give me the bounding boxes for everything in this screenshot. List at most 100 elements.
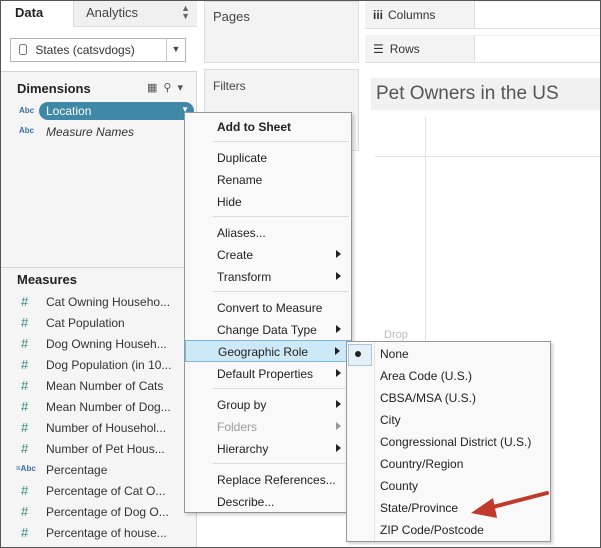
measure-field[interactable]: # Dog Owning Househ... <box>1 334 183 355</box>
database-icon <box>19 44 27 55</box>
geo-role-zip-code[interactable]: ZIP Code/Postcode <box>347 519 550 541</box>
submenu-item-label: None <box>380 347 409 361</box>
measure-field[interactable]: # Number of Pet Hous... <box>1 439 183 460</box>
dimensions-header: Dimensions ▦⚲▾ <box>1 75 197 101</box>
data-pane: Data Analytics ▲ ▼ States (catsvdogs) ▼ D… <box>1 1 197 547</box>
menu-item-label: Default Properties <box>217 367 314 381</box>
submenu-item-label: City <box>380 413 401 427</box>
search-icon[interactable]: ⚲ <box>163 82 177 94</box>
measure-field[interactable]: # Percentage of house... <box>1 523 183 544</box>
menu-item-label: Add to Sheet <box>217 120 291 134</box>
menu-item-create[interactable]: Create <box>185 244 351 266</box>
menu-item-add-to-sheet[interactable]: Add to Sheet <box>185 116 351 138</box>
field-measure-names[interactable]: Abc Measure Names <box>1 122 183 143</box>
sheet-title[interactable]: Pet Owners in the US <box>371 78 600 110</box>
number-type-icon: # <box>21 399 29 414</box>
number-type-icon: # <box>21 378 29 393</box>
measure-field[interactable]: # Percentage of Dog O... <box>1 502 183 523</box>
submenu-arrow-icon <box>335 347 340 355</box>
menu-item-aliases[interactable]: Aliases... <box>185 222 351 244</box>
chevron-down-icon[interactable]: ▾ <box>177 82 189 94</box>
menu-item-hierarchy[interactable]: Hierarchy <box>185 438 351 460</box>
measure-field[interactable]: # Cat Population <box>1 313 183 334</box>
view-divider-horizontal <box>375 156 600 157</box>
measure-field[interactable]: =Abc Percentage <box>1 460 183 481</box>
number-type-icon: # <box>21 441 29 456</box>
geo-role-area-code[interactable]: Area Code (U.S.) <box>347 365 550 387</box>
pages-shelf[interactable]: Pages <box>204 1 359 63</box>
rows-drop-area[interactable] <box>475 36 600 62</box>
submenu-arrow-icon <box>336 325 341 333</box>
menu-item-rename[interactable]: Rename <box>185 169 351 191</box>
measure-field[interactable]: # Mean Number of Dog... <box>1 397 183 418</box>
submenu-arrow-icon <box>336 400 341 408</box>
menu-item-transform[interactable]: Transform <box>185 266 351 288</box>
field-name: Percentage of Dog O... <box>46 505 169 519</box>
menu-item-label: Folders <box>217 420 258 434</box>
menu-item-label: Group by <box>217 398 267 412</box>
drop-hint: Drop <box>384 329 408 341</box>
columns-shelf: iii Columns <box>365 1 600 29</box>
geo-role-cbsa-msa[interactable]: CBSA/MSA (U.S.) <box>347 387 550 409</box>
geo-role-country-region[interactable]: Country/Region <box>347 453 550 475</box>
chevron-down-icon[interactable]: ▼ <box>166 39 185 61</box>
datasource-selector[interactable]: States (catsvdogs) ▼ <box>10 38 186 62</box>
menu-item-folders: Folders <box>185 416 351 438</box>
menu-item-change-data-type[interactable]: Change Data Type <box>185 319 351 341</box>
tab-data[interactable]: Data <box>1 1 73 27</box>
field-name: Number of Househol... <box>46 421 167 435</box>
menu-item-label: Hierarchy <box>217 442 269 456</box>
geo-role-congressional-district[interactable]: Congressional District (U.S.) <box>347 431 550 453</box>
grid-view-icon[interactable]: ▦ <box>147 82 163 94</box>
menu-item-hide[interactable]: Hide <box>185 191 351 213</box>
menu-item-label: Duplicate <box>217 151 268 165</box>
number-type-icon: # <box>21 315 29 330</box>
menu-item-geographic-role[interactable]: Geographic Role <box>185 340 351 362</box>
submenu-arrow-icon <box>336 369 341 377</box>
field-name: Percentage of Cat O... <box>46 484 166 498</box>
columns-drop-area[interactable] <box>475 2 600 28</box>
geo-role-city[interactable]: City <box>347 409 550 431</box>
menu-item-describe[interactable]: Describe... <box>185 491 351 513</box>
menu-item-convert-to-measure[interactable]: Convert to Measure <box>185 297 351 319</box>
field-name: Percentage <box>46 463 108 477</box>
menu-item-duplicate[interactable]: Duplicate <box>185 147 351 169</box>
annotation-arrow-icon <box>471 491 549 518</box>
menu-item-group-by[interactable]: Group by <box>185 394 351 416</box>
menu-separator <box>213 388 349 389</box>
submenu-item-label: CBSA/MSA (U.S.) <box>380 391 477 405</box>
submenu-item-label: ZIP Code/Postcode <box>380 523 484 537</box>
menu-separator <box>213 463 349 464</box>
menu-item-label: Rename <box>217 173 263 187</box>
submenu-item-label: Congressional District (U.S.) <box>380 435 532 449</box>
submenu-item-label: State/Province <box>380 501 459 515</box>
tab-analytics[interactable]: Analytics ▲ ▼ <box>73 1 197 27</box>
columns-icon: iii <box>373 8 384 22</box>
measure-field[interactable]: # Percentage of Cat O... <box>1 481 183 502</box>
number-type-icon: # <box>21 336 29 351</box>
geo-role-none[interactable]: None <box>347 343 550 366</box>
number-type-icon: # <box>21 294 29 309</box>
measure-field[interactable]: # Number of Househol... <box>1 418 183 439</box>
menu-item-label: Describe... <box>217 495 275 509</box>
datasource-bar: States (catsvdogs) ▼ <box>1 27 197 72</box>
menu-item-replace-references[interactable]: Replace References... <box>185 469 351 491</box>
rows-shelf: ☰ Rows <box>365 35 600 63</box>
tableau-worksheet: Data Analytics ▲ ▼ States (catsvdogs) ▼ D… <box>0 0 601 548</box>
number-type-icon: # <box>21 357 29 372</box>
submenu-item-label: Area Code (U.S.) <box>380 369 473 383</box>
measure-field[interactable]: # Cat Owning Househo... <box>1 292 183 313</box>
submenu-arrow-icon <box>336 250 341 258</box>
measure-field[interactable]: # Dog Population (in 10... <box>1 355 183 376</box>
field-name: Number of Pet Hous... <box>46 442 165 456</box>
submenu-item-label: Country/Region <box>380 457 464 471</box>
field-name: Measure Names <box>46 125 135 139</box>
calculated-string-type-icon: =Abc <box>16 464 36 473</box>
menu-separator <box>213 291 349 292</box>
field-location[interactable]: Location ▼ <box>39 102 194 120</box>
menu-item-default-properties[interactable]: Default Properties <box>185 363 351 385</box>
number-type-icon: # <box>21 483 29 498</box>
field-name: Dog Population (in 10... <box>46 358 172 372</box>
number-type-icon: # <box>21 525 29 540</box>
measure-field[interactable]: # Mean Number of Cats <box>1 376 183 397</box>
